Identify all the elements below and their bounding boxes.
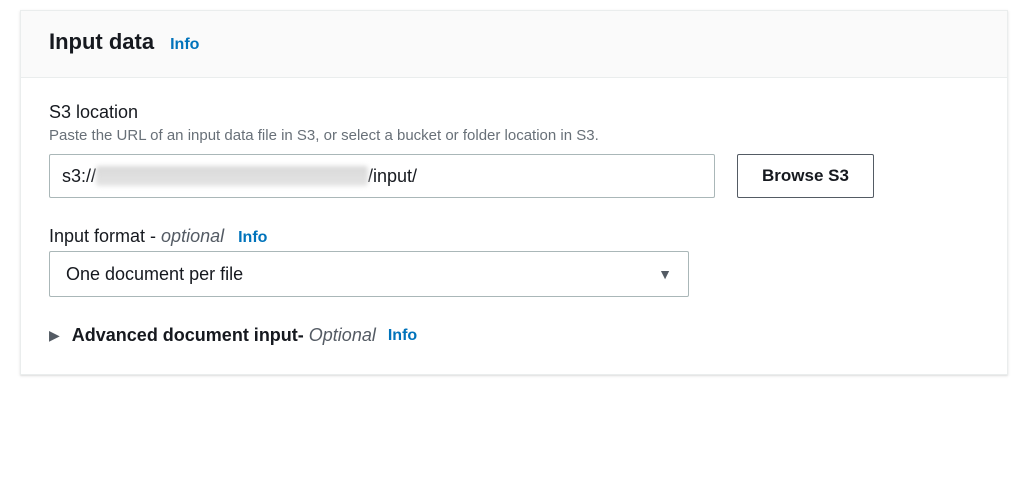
browse-s3-button[interactable]: Browse S3	[737, 154, 874, 198]
s3-location-input[interactable]: s3:// /input/	[49, 154, 715, 198]
panel-header: Input data Info	[21, 11, 1007, 78]
s3-location-label: S3 location	[49, 102, 138, 123]
caret-right-icon: ▶	[49, 327, 60, 344]
input-format-label: Input format - optional	[49, 226, 224, 247]
advanced-document-input-expander[interactable]: ▶ Advanced document input- Optional Info	[49, 325, 979, 346]
caret-down-icon: ▼	[658, 266, 672, 282]
panel-body: S3 location Paste the URL of an input da…	[21, 78, 1007, 374]
advanced-expander-title: Advanced document input- Optional	[72, 325, 376, 346]
input-format-select[interactable]: One document per file ▼	[49, 251, 689, 297]
s3-location-field: S3 location Paste the URL of an input da…	[49, 102, 979, 198]
s3-value-prefix: s3://	[62, 166, 96, 187]
s3-location-hint: Paste the URL of an input data file in S…	[49, 127, 979, 144]
panel-title: Input data	[49, 29, 154, 55]
input-data-panel: Input data Info S3 location Paste the UR…	[20, 10, 1008, 375]
input-format-info-link[interactable]: Info	[238, 229, 267, 247]
advanced-info-link[interactable]: Info	[388, 327, 417, 345]
s3-value-suffix: /input/	[368, 166, 417, 187]
input-format-field: Input format - optional Info One documen…	[49, 226, 979, 297]
s3-value-redacted	[96, 166, 368, 186]
input-format-selected-value: One document per file	[66, 264, 243, 285]
panel-info-link[interactable]: Info	[170, 36, 199, 54]
